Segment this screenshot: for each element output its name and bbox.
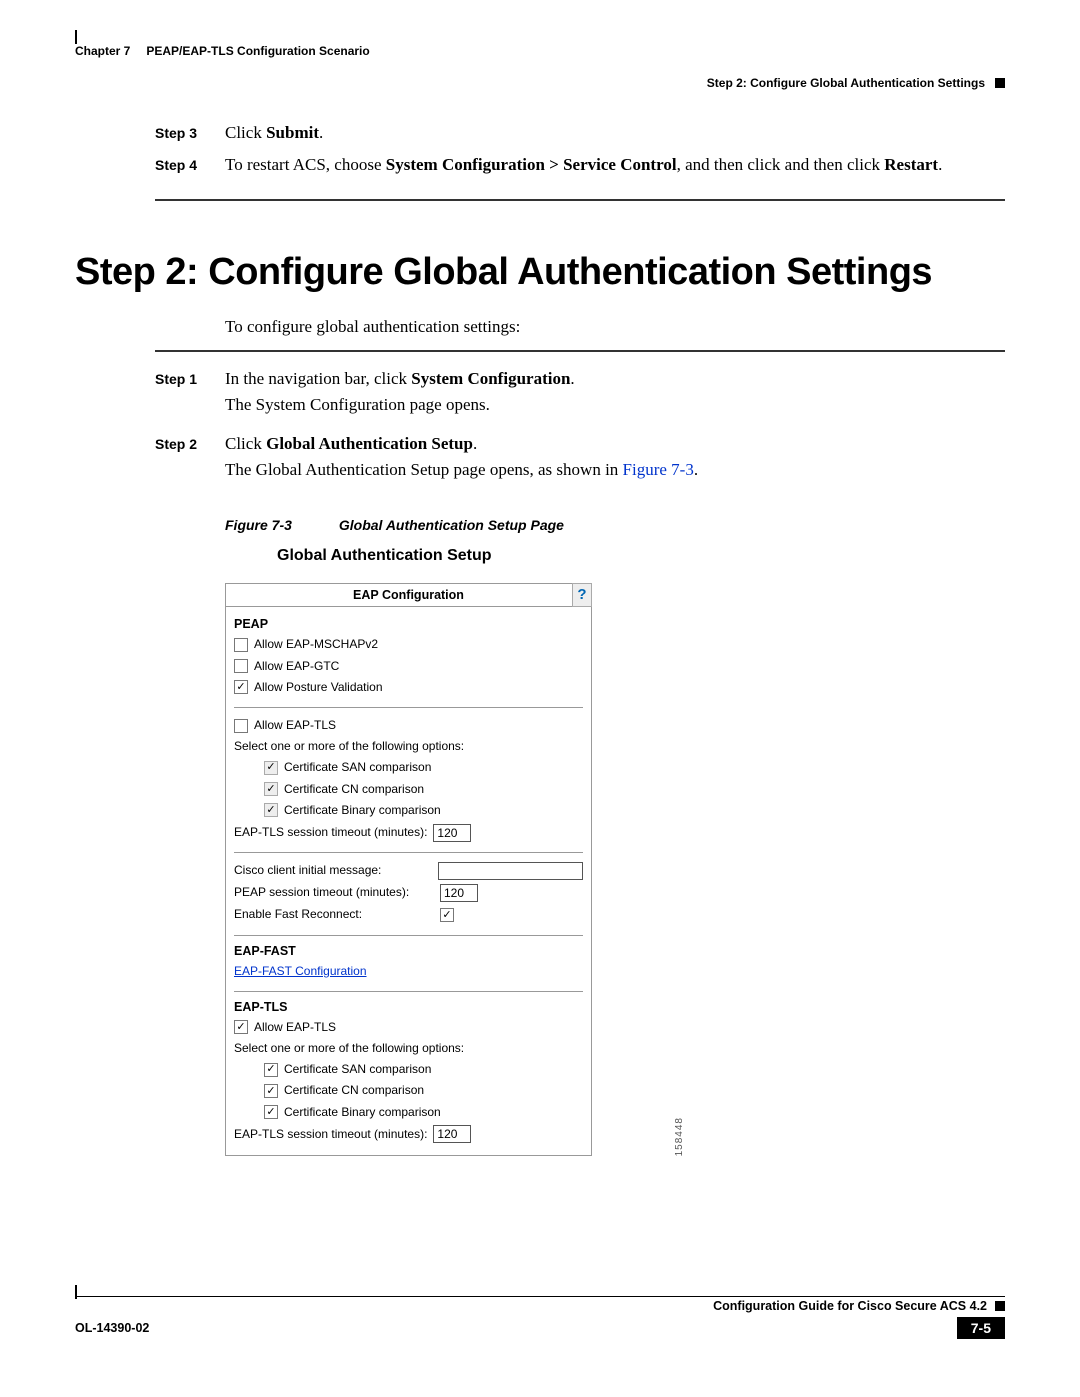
subsection-title: Step 2: Configure Global Authentication … [707, 76, 985, 90]
divider [155, 350, 1005, 352]
decorative-square [995, 78, 1005, 88]
fast-reconnect-label: Enable Fast Reconnect: [234, 905, 434, 924]
footer-doc-number: OL-14390-02 [75, 1321, 149, 1335]
allow-posture-checkbox[interactable] [234, 680, 248, 694]
eaptls-cert-san-checkbox[interactable] [264, 1063, 278, 1077]
allow-posture-label: Allow Posture Validation [254, 678, 383, 697]
decorative-square [995, 1301, 1005, 1311]
peap-cert-san-label: Certificate SAN comparison [284, 758, 431, 777]
eap-fast-config-link[interactable]: EAP-FAST Configuration [234, 962, 367, 981]
peap-allow-eap-tls-label: Allow EAP-TLS [254, 716, 336, 735]
cisco-message-input[interactable] [438, 862, 583, 880]
chapter-label: Chapter 7 [75, 44, 130, 58]
divider [234, 935, 583, 936]
step2-text: Click Global Authentication Setup. The G… [225, 431, 1005, 490]
peap-allow-eap-tls-checkbox[interactable] [234, 719, 248, 733]
peap-tls-timeout-input[interactable] [433, 824, 471, 842]
peap-cert-bin-label: Certificate Binary comparison [284, 801, 441, 820]
allow-eap-gtc-label: Allow EAP-GTC [254, 657, 339, 676]
panel-title: Global Authentication Setup [277, 547, 665, 565]
page-heading: Step 2: Configure Global Authentication … [75, 251, 1005, 294]
eaptls-cert-san-label: Certificate SAN comparison [284, 1060, 431, 1079]
divider [234, 991, 583, 992]
help-icon[interactable]: ? [572, 583, 592, 607]
step4-text: To restart ACS, choose System Configurat… [225, 152, 1005, 178]
eaptls-cert-bin-checkbox[interactable] [264, 1105, 278, 1119]
step3-label: Step 3 [155, 120, 225, 146]
peap-cert-san-checkbox[interactable] [264, 761, 278, 775]
eaptls-timeout-input[interactable] [433, 1125, 471, 1143]
allow-eap-gtc-checkbox[interactable] [234, 659, 248, 673]
select-options-note: Select one or more of the following opti… [234, 737, 583, 756]
figure-ref-number: 158448 [674, 1117, 685, 1156]
peap-group-title: PEAP [234, 617, 583, 631]
step1-text: In the navigation bar, click System Conf… [225, 366, 1005, 425]
eaptls-cert-cn-checkbox[interactable] [264, 1084, 278, 1098]
panel-header: EAP Configuration ? [226, 584, 591, 607]
peap-tls-timeout-label: EAP-TLS session timeout (minutes): [234, 823, 427, 842]
intro-text: To configure global authentication setti… [225, 314, 1005, 340]
divider [155, 199, 1005, 201]
step4-label: Step 4 [155, 152, 225, 178]
peap-cert-bin-checkbox[interactable] [264, 803, 278, 817]
eap-config-panel: EAP Configuration ? PEAP Allow EAP-MSCHA… [225, 583, 592, 1156]
allow-eap-mschapv2-checkbox[interactable] [234, 638, 248, 652]
figure-xref[interactable]: Figure 7-3 [623, 460, 694, 479]
section-title: PEAP/EAP-TLS Configuration Scenario [146, 44, 369, 58]
peap-timeout-input[interactable] [440, 884, 478, 902]
eaptls-allow-checkbox[interactable] [234, 1020, 248, 1034]
step1-label: Step 1 [155, 366, 225, 425]
peap-cert-cn-label: Certificate CN comparison [284, 780, 424, 799]
divider [234, 852, 583, 853]
step3-text: Click Submit. [225, 120, 1005, 146]
footer-guide-title: Configuration Guide for Cisco Secure ACS… [713, 1299, 987, 1313]
eaptls-allow-label: Allow EAP-TLS [254, 1018, 336, 1037]
page-number: 7-5 [957, 1317, 1005, 1339]
divider [234, 707, 583, 708]
eaptls-group-title: EAP-TLS [234, 1000, 583, 1014]
eaptls-select-note: Select one or more of the following opti… [234, 1039, 583, 1058]
allow-eap-mschapv2-label: Allow EAP-MSCHAPv2 [254, 635, 378, 654]
eaptls-cert-cn-label: Certificate CN comparison [284, 1081, 424, 1100]
eaptls-cert-bin-label: Certificate Binary comparison [284, 1103, 441, 1122]
eapfast-group-title: EAP-FAST [234, 944, 583, 958]
eaptls-timeout-label: EAP-TLS session timeout (minutes): [234, 1125, 427, 1144]
peap-timeout-label: PEAP session timeout (minutes): [234, 883, 434, 902]
peap-cert-cn-checkbox[interactable] [264, 782, 278, 796]
step2-label: Step 2 [155, 431, 225, 490]
cisco-message-label: Cisco client initial message: [234, 861, 381, 880]
fast-reconnect-checkbox[interactable] [440, 908, 454, 922]
figure-caption: Figure 7-3 Global Authentication Setup P… [225, 517, 1005, 533]
